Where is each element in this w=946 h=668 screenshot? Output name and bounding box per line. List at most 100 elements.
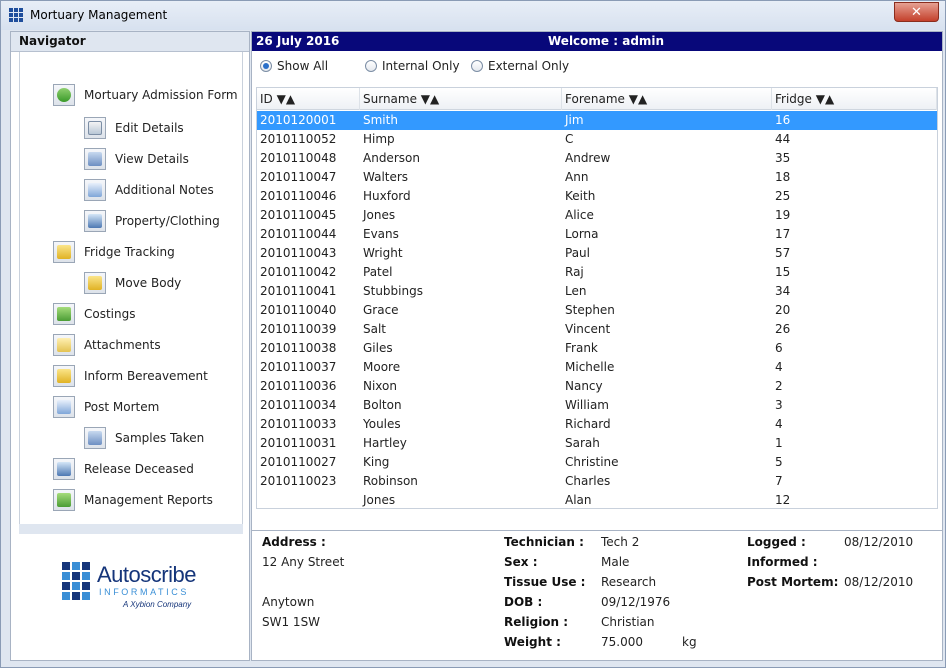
table-header: ID ▼▲ Surname ▼▲ Forename ▼▲ Fridge ▼▲ [257,88,937,110]
move-icon [84,272,106,294]
address-line-5: SW1 1SW [262,615,321,629]
welcome-text: Welcome : admin [548,34,665,48]
table-row[interactable]: 2010110031 Hartley Sarah 1 [257,434,937,453]
column-header-surname[interactable]: Surname ▼▲ [360,88,562,110]
nav-move-body[interactable]: Move Body [84,271,181,295]
table-row[interactable]: 2010110040 Grace Stephen 20 [257,301,937,320]
table-row[interactable]: 2010110045 Jones Alice 19 [257,206,937,225]
cell-surname: Walters [363,170,409,184]
table-row[interactable]: 2010110043 Wright Paul 57 [257,244,937,263]
cell-surname: Moore [363,360,401,374]
filter-internal-only[interactable]: Internal Only [365,59,460,73]
table-row[interactable]: 2010120001 Smith Jim 16 [257,111,937,130]
view-icon [84,148,106,170]
cell-surname: Himp [363,132,395,146]
cell-surname: Giles [363,341,393,355]
table-row[interactable]: 2010110048 Anderson Andrew 35 [257,149,937,168]
navigator-list: Mortuary Admission Form Edit Details Vie… [19,52,243,524]
nav-release-deceased[interactable]: Release Deceased [53,457,194,481]
table-row[interactable]: 2010110033 Youles Richard 4 [257,415,937,434]
address-line-1: 12 Any Street [262,555,345,569]
notes-icon [84,179,106,201]
nav-label: Post Mortem [84,400,160,414]
cell-surname: King [363,455,390,469]
cell-fridge: 1 [775,436,783,450]
address-label: Address : [262,535,326,549]
tissue-use-label: Tissue Use : [504,575,586,589]
nav-edit-details[interactable]: Edit Details [84,116,184,140]
table-row[interactable]: Jones Alan 12 [257,491,937,510]
logo-name: Autoscribe [97,562,196,587]
column-header-fridge[interactable]: Fridge ▼▲ [772,88,937,110]
religion-label: Religion : [504,615,569,629]
navigator-title: Navigator [11,32,249,52]
cell-surname: Jones [363,208,396,222]
cell-fridge: 7 [775,474,783,488]
table-row[interactable]: 2010110023 Robinson Charles 7 [257,472,937,491]
nav-inform-bereavement[interactable]: Inform Bereavement [53,364,208,388]
dob-value: 09/12/1976 [601,595,671,609]
table-row[interactable]: 2010110039 Salt Vincent 26 [257,320,937,339]
table-row[interactable]: 2010110041 Stubbings Len 34 [257,282,937,301]
cell-id: 2010110047 [260,170,337,184]
nav-samples-taken[interactable]: Samples Taken [84,426,204,450]
cell-id: 2010110045 [260,208,337,222]
tissue-use-value: Research [601,575,657,589]
cell-surname: Evans [363,227,399,241]
table-row[interactable]: 2010110046 Huxford Keith 25 [257,187,937,206]
cell-id: 2010110039 [260,322,337,336]
filter-show-all[interactable]: Show All [260,59,328,73]
radio-selected-icon [260,60,272,72]
cell-forename: Stephen [565,303,615,317]
technician-label: Technician : [504,535,584,549]
nav-post-mortem[interactable]: Post Mortem [53,395,159,419]
nav-fridge-tracking[interactable]: Fridge Tracking [53,240,175,264]
nav-admission-form[interactable]: Mortuary Admission Form [53,83,238,107]
table-row[interactable]: 2010110042 Patel Raj 15 [257,263,937,282]
table-row[interactable]: 2010110044 Evans Lorna 17 [257,225,937,244]
logged-value: 08/12/2010 [844,535,914,549]
nav-property-clothing[interactable]: Property/Clothing [84,209,220,233]
radio-icon [365,60,377,72]
attachments-icon [53,334,75,356]
cell-forename: Alan [565,493,592,507]
app-window: Mortuary Management ✕ Navigator Mortuary… [0,0,946,668]
table-row[interactable]: 2010110038 Giles Frank 6 [257,339,937,358]
column-header-forename[interactable]: Forename ▼▲ [562,88,772,110]
cell-id: 2010110031 [260,436,337,450]
table-row[interactable]: 2010110047 Walters Ann 18 [257,168,937,187]
cell-fridge: 5 [775,455,783,469]
cell-fridge: 16 [775,113,791,127]
filter-external-only[interactable]: External Only [471,59,569,73]
cell-id: 2010110052 [260,132,337,146]
nav-label: Move Body [115,276,182,290]
table-row[interactable]: 2010110027 King Christine 5 [257,453,937,472]
cell-fridge: 20 [775,303,791,317]
nav-management-reports[interactable]: Management Reports [53,488,213,512]
cell-id: 2010110042 [260,265,337,279]
nav-view-details[interactable]: View Details [84,147,189,171]
table-row[interactable]: 2010110036 Nixon Nancy 2 [257,377,937,396]
table-row[interactable]: 2010110037 Moore Michelle 4 [257,358,937,377]
cell-fridge: 6 [775,341,783,355]
cell-forename: Jim [565,113,584,127]
table-row[interactable]: 2010110052 Himp C 44 [257,130,937,149]
cell-id: 2010110027 [260,455,337,469]
nav-attachments[interactable]: Attachments [53,333,161,357]
cell-forename: Frank [565,341,598,355]
nav-costings[interactable]: Costings [53,302,136,326]
cell-forename: Lorna [565,227,599,241]
close-button[interactable]: ✕ [894,2,939,22]
nav-additional-notes[interactable]: Additional Notes [84,178,214,202]
post-mortem-icon [53,396,75,418]
religion-value: Christian [601,615,655,629]
sex-value: Male [601,555,630,569]
nav-label: Management Reports [84,493,213,507]
cell-forename: Christine [565,455,619,469]
technician-value: Tech 2 [601,535,640,549]
table-row[interactable]: 2010110034 Bolton William 3 [257,396,937,415]
title-bar: Mortuary Management ✕ [1,1,945,30]
cell-surname: Youles [363,417,401,431]
column-header-id[interactable]: ID ▼▲ [257,88,360,110]
cell-id: 2010110044 [260,227,337,241]
